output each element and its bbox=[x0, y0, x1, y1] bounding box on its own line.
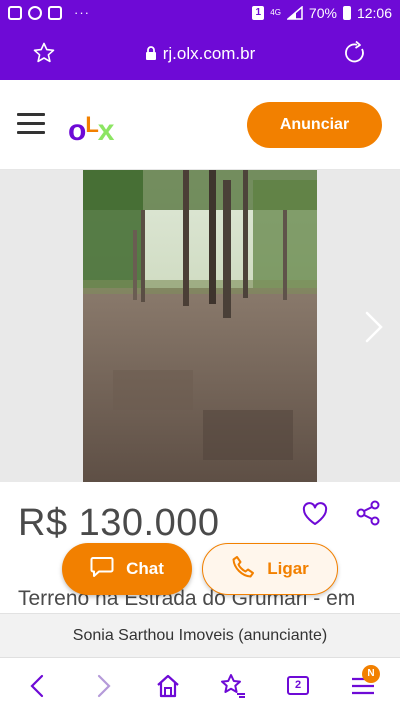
browser-bottom-nav: 2 bbox=[0, 657, 400, 711]
home-icon[interactable] bbox=[154, 672, 182, 700]
bookmarks-icon[interactable] bbox=[219, 672, 247, 700]
advertiser-name: Sonia Sarthou Imoveis bbox=[72, 627, 234, 644]
chat-button[interactable]: Chat bbox=[62, 543, 192, 595]
phone-icon bbox=[231, 555, 255, 584]
heart-icon[interactable] bbox=[302, 502, 328, 526]
back-icon[interactable] bbox=[24, 672, 52, 700]
olx-logo[interactable]: oLx bbox=[68, 110, 114, 146]
tabs-icon[interactable]: 2 bbox=[284, 672, 312, 700]
url-text: rj.olx.com.br bbox=[162, 44, 256, 63]
chevron-right-icon[interactable] bbox=[364, 310, 384, 344]
notification-at-icon bbox=[28, 6, 42, 20]
menu-icon[interactable] bbox=[17, 113, 45, 135]
more-notifications-icon: ··· bbox=[74, 5, 90, 20]
notification-badge: N bbox=[362, 665, 380, 683]
listing-photo[interactable] bbox=[83, 170, 317, 482]
sim-indicator: 1 bbox=[252, 6, 265, 20]
chat-bubble-icon bbox=[90, 556, 114, 583]
battery-icon bbox=[342, 6, 351, 20]
chat-button-label: Chat bbox=[126, 559, 164, 578]
url-field[interactable]: rj.olx.com.br bbox=[0, 44, 400, 66]
network-type: 4G bbox=[270, 8, 281, 17]
notification-app-icon bbox=[8, 6, 22, 20]
notification-icons: ··· bbox=[8, 6, 90, 20]
anunciar-button[interactable]: Anunciar bbox=[247, 102, 382, 148]
image-gallery[interactable] bbox=[0, 170, 400, 482]
call-button[interactable]: Ligar bbox=[202, 543, 338, 595]
listing-price: R$ 130.000 bbox=[18, 502, 220, 544]
clock: 12:06 bbox=[356, 5, 392, 21]
browser-address-bar: rj.olx.com.br bbox=[0, 28, 400, 80]
share-icon[interactable] bbox=[356, 500, 380, 526]
status-bar: ··· 1 4G 70% 12:06 bbox=[0, 0, 400, 28]
signal-icon bbox=[286, 6, 303, 20]
system-indicators: 1 4G 70% 12:06 bbox=[252, 5, 392, 21]
reload-icon[interactable] bbox=[342, 40, 368, 66]
lock-icon bbox=[145, 46, 157, 66]
advertiser-bar[interactable]: Sonia Sarthou Imoveis (anunciante) bbox=[0, 613, 400, 657]
tab-count: 2 bbox=[287, 676, 309, 695]
call-button-label: Ligar bbox=[267, 559, 309, 578]
forward-icon[interactable] bbox=[89, 672, 117, 700]
site-header: oLx Anunciar bbox=[0, 80, 400, 170]
notification-image-icon bbox=[48, 6, 62, 20]
battery-percent: 70% bbox=[308, 5, 337, 21]
advertiser-role: (anunciante) bbox=[238, 627, 328, 644]
